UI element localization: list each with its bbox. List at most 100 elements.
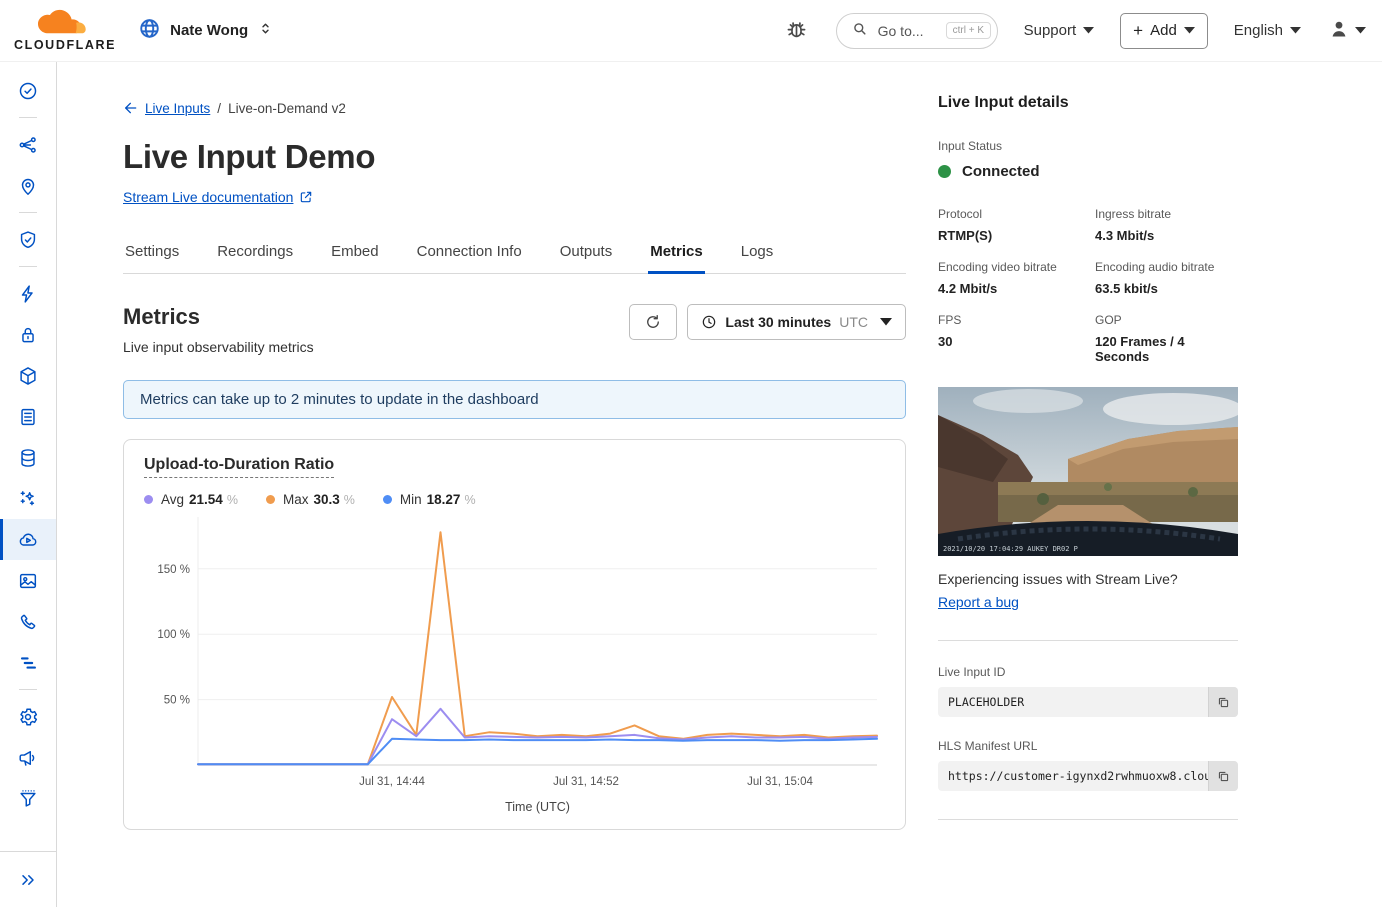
legend-item-avg[interactable]: Avg21.54%	[144, 492, 238, 507]
copy-field-value: https://customer-igynxd2rwhmuoxw8.cloudf	[938, 769, 1208, 783]
cloudflare-cloud-icon	[35, 9, 95, 41]
sidebar-item-gear[interactable]	[0, 696, 56, 737]
sidebar-item-phone[interactable]	[0, 601, 56, 642]
tab-settings[interactable]: Settings	[123, 233, 181, 274]
breadcrumb-separator: /	[217, 101, 221, 116]
tab-connection-info[interactable]: Connection Info	[415, 233, 524, 274]
sidebar-item-lock[interactable]	[0, 314, 56, 355]
account-switcher[interactable]: Nate Wong	[138, 17, 274, 45]
detail-field-protocol: ProtocolRTMP(S)	[938, 207, 1095, 243]
speed-bolt-icon	[17, 283, 39, 305]
server-rack-icon	[17, 406, 39, 428]
refresh-icon	[644, 313, 662, 331]
sidebar-item-ai-sparkles[interactable]	[0, 478, 56, 519]
unfold-chevrons-icon	[257, 20, 274, 42]
sidebar-divider	[0, 683, 56, 696]
gear-icon	[17, 706, 39, 728]
tab-embed[interactable]: Embed	[329, 233, 381, 274]
language-label: English	[1234, 22, 1283, 39]
sidebar-collapse-button[interactable]	[0, 851, 56, 907]
sidebar-item-shield-check[interactable]	[0, 219, 56, 260]
ai-sparkles-icon	[17, 488, 39, 510]
breadcrumb-back-link[interactable]: Live Inputs	[123, 100, 210, 116]
chart-legend: Avg21.54% Max30.3% Min18.27%	[144, 492, 885, 507]
legend-item-max[interactable]: Max30.3%	[266, 492, 355, 507]
tab-logs[interactable]: Logs	[739, 233, 776, 274]
back-arrow-icon	[123, 100, 139, 116]
copy-button[interactable]	[1208, 687, 1238, 717]
caret-down-icon	[1290, 27, 1301, 34]
input-status-label: Input Status	[938, 139, 1238, 153]
time-range-dropdown[interactable]: Last 30 minutes UTC	[687, 304, 906, 340]
sidebar-item-megaphone[interactable]	[0, 737, 56, 778]
package-icon	[17, 365, 39, 387]
chart-card: Upload-to-Duration Ratio Avg21.54% Max30.…	[123, 439, 906, 830]
info-banner: Metrics can take up to 2 minutes to upda…	[123, 380, 906, 419]
caret-down-icon	[880, 318, 892, 326]
copy-button[interactable]	[1208, 761, 1238, 791]
report-bug-link[interactable]: Report a bug	[938, 594, 1019, 610]
metrics-subheading: Live input observability metrics	[123, 339, 314, 355]
divider	[938, 819, 1238, 820]
support-label: Support	[1024, 22, 1077, 39]
globe-icon	[138, 17, 161, 45]
megaphone-icon	[17, 747, 39, 769]
sidebar-item-package[interactable]	[0, 355, 56, 396]
svg-text:Jul 31, 15:04: Jul 31, 15:04	[747, 776, 813, 788]
database-icon	[17, 447, 39, 469]
page-title: Live Input Demo	[123, 138, 906, 176]
copy-fields-section: Live Input IDPLACEHOLDERHLS Manifest URL…	[938, 665, 1238, 791]
sidebar-item-server-rack[interactable]	[0, 396, 56, 437]
breadcrumb-current: Live-on-Demand v2	[228, 101, 346, 116]
support-menu[interactable]: Support	[1024, 22, 1095, 39]
sidebar-item-gantt-bars[interactable]	[0, 642, 56, 683]
sidebar-item-stream-cloud-play[interactable]	[0, 519, 56, 560]
account-name: Nate Wong	[170, 22, 248, 39]
caret-down-icon	[1184, 27, 1195, 34]
sidebar-item-speed-bolt[interactable]	[0, 273, 56, 314]
search-icon	[851, 20, 868, 42]
time-range-label: Last 30 minutes	[725, 314, 831, 330]
live-preview-thumbnail[interactable]: 2021/10/20 17:04:29 AUKEY DR02 P	[938, 387, 1238, 556]
sidebar-item-funnel[interactable]	[0, 778, 56, 819]
detail-field-ingress-bitrate: Ingress bitrate4.3 Mbit/s	[1095, 207, 1238, 243]
add-label: Add	[1150, 22, 1177, 39]
lock-icon	[17, 324, 39, 346]
person-icon	[1327, 17, 1351, 45]
metrics-heading: Metrics	[123, 304, 314, 330]
main-content: Live Inputs / Live-on-Demand v2 Live Inp…	[123, 62, 906, 830]
add-button[interactable]: + Add	[1120, 13, 1208, 49]
external-link-icon	[299, 190, 313, 204]
chevrons-right-icon	[18, 870, 38, 890]
gantt-bars-icon	[17, 652, 39, 674]
language-menu[interactable]: English	[1234, 22, 1301, 39]
copy-icon	[1216, 695, 1231, 710]
sidebar-item-clock-check[interactable]	[0, 70, 56, 111]
sidebar-item-database[interactable]	[0, 437, 56, 478]
copy-field-live-input-id: Live Input IDPLACEHOLDER	[938, 665, 1238, 717]
refresh-button[interactable]	[629, 304, 677, 340]
bug-icon[interactable]	[783, 15, 810, 47]
search-input[interactable]	[876, 22, 938, 40]
tab-recordings[interactable]: Recordings	[215, 233, 295, 274]
clock-check-icon	[17, 80, 39, 102]
documentation-link[interactable]: Stream Live documentation	[123, 189, 313, 205]
user-menu[interactable]	[1327, 17, 1366, 45]
legend-item-min[interactable]: Min18.27%	[383, 492, 476, 507]
details-heading: Live Input details	[938, 94, 1238, 112]
details-fields: ProtocolRTMP(S)Ingress bitrate4.3 Mbit/s…	[938, 207, 1238, 364]
top-navbar: CLOUDFLARE Nate Wong	[0, 0, 1382, 62]
sidebar-item-images[interactable]	[0, 560, 56, 601]
tab-outputs[interactable]: Outputs	[558, 233, 615, 274]
sidebar-item-location-pin[interactable]	[0, 165, 56, 206]
chart-title[interactable]: Upload-to-Duration Ratio	[144, 456, 334, 478]
global-search[interactable]: ctrl + K	[836, 13, 998, 49]
cloudflare-logo[interactable]: CLOUDFLARE	[14, 9, 116, 52]
sidebar-item-traffic[interactable]	[0, 124, 56, 165]
images-icon	[17, 570, 39, 592]
breadcrumb: Live Inputs / Live-on-Demand v2	[123, 100, 906, 116]
svg-text:Jul 31, 14:52: Jul 31, 14:52	[553, 776, 619, 788]
tab-metrics[interactable]: Metrics	[648, 233, 705, 274]
detail-field-gop: GOP120 Frames / 4 Seconds	[1095, 313, 1238, 364]
time-zone-label: UTC	[839, 314, 868, 330]
